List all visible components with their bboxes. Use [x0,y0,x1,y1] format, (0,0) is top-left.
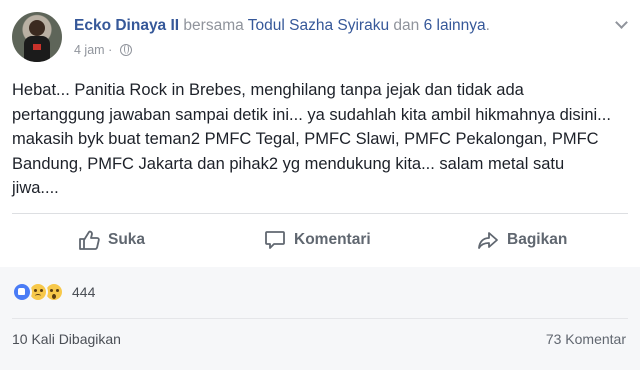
comment-button[interactable]: Komentari [264,214,371,266]
like-label: Suka [108,231,146,248]
share-icon [478,232,498,249]
meta-separator: · [108,43,113,57]
like-reaction-icon [12,282,32,302]
reactions-summary[interactable]: 444 [12,281,95,303]
post-header: Ecko Dinaya II bersama Todul Sazha Syira… [12,12,628,68]
share-label: Bagikan [507,231,568,248]
share-button[interactable]: Bagikan [477,214,567,266]
comments-count[interactable]: 73 Komentar [546,331,626,347]
author-name[interactable]: Ecko Dinaya II [74,17,179,34]
facebook-post: Ecko Dinaya II bersama Todul Sazha Syira… [0,0,640,370]
comment-label: Komentari [294,231,371,248]
reaction-count: 444 [72,284,96,300]
with-label: bersama [183,17,244,34]
avatar-head [29,20,45,36]
action-bar: Suka Komentari Bagikan [12,214,628,266]
shares-count[interactable]: 10 Kali Dibagikan [12,331,121,347]
post-time[interactable]: 4 jam [74,43,105,57]
others-link[interactable]: 6 lainnya [424,17,486,34]
globe-icon[interactable] [119,44,132,56]
avatar[interactable] [12,12,62,62]
footer-divider [12,318,628,319]
tagged-user[interactable]: Todul Sazha Syiraku [248,17,389,34]
and-label: dan [393,17,420,34]
headline-period: . [485,17,490,34]
post-headline: Ecko Dinaya II bersama Todul Sazha Syira… [74,16,490,36]
avatar-body [24,36,50,62]
post-meta: 4 jam · [74,42,132,58]
like-button[interactable]: Suka [78,214,145,266]
thumbs-up-icon [79,230,100,250]
post-text: Hebat... Panitia Rock in Brebes, menghil… [12,81,611,197]
comment-icon [265,231,285,249]
chevron-down-icon[interactable] [614,18,628,28]
